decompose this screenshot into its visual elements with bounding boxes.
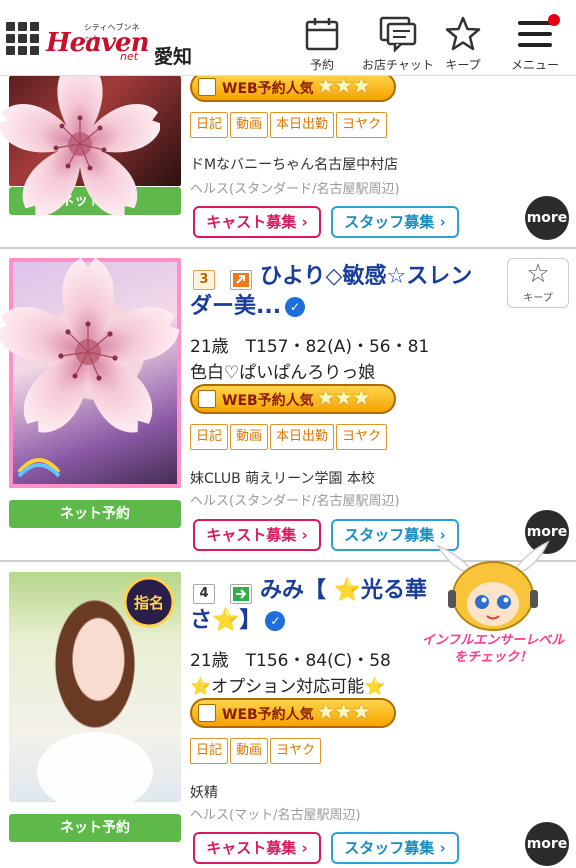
girl-stats: 21歳 T156・84(C)・58	[190, 651, 391, 671]
rating-stars: ★★★	[316, 700, 371, 725]
star-icon	[445, 16, 481, 51]
web-popular-badge: WEB予約人気 ★★★	[190, 72, 396, 102]
thumbnail-badge-text: 指名	[134, 594, 164, 612]
shop-genre: ヘルス(スタンダード/名古屋駅周辺)	[190, 494, 400, 509]
web-popular-badge: WEB予約人気 ★★★	[190, 698, 396, 728]
shop-name[interactable]: 妖精	[190, 782, 218, 802]
influencer-banner-text: インフルエンサーレベルをチェック！	[421, 633, 565, 665]
girl-thumbnail[interactable]: 指名	[9, 572, 181, 802]
shop-genre: ヘルス(マット/名古屋駅周辺)	[190, 808, 361, 823]
chat-icon	[379, 16, 417, 52]
net-reserve-label: ネット予約	[60, 820, 130, 836]
thumbnail-decor: 指名	[37, 576, 175, 802]
web-popular-badge: WEB予約人気 ★★★	[190, 384, 396, 414]
net-reserve-label: ネット予約	[60, 506, 130, 522]
tag-diary[interactable]: 日記	[190, 112, 229, 138]
menu-nav-button[interactable]: メニュー	[506, 14, 564, 76]
shop-genre: ヘルス(スタンダード/名古屋駅周辺)	[190, 182, 400, 197]
more-button[interactable]: more	[525, 196, 569, 240]
tag-diary[interactable]: 日記	[190, 738, 229, 764]
tag-list: 日記 動画 本日出勤 ヨヤク	[190, 424, 389, 450]
keep-label: キープ	[523, 293, 553, 304]
influencer-banner[interactable]: インフルエンサーレベルをチェック！	[418, 538, 568, 670]
verified-icon: ✓	[265, 611, 286, 631]
girl-name-text[interactable]: みみ【 ⭐光る華さ⭐】	[190, 578, 427, 633]
keep-button[interactable]: ☆ キープ	[507, 258, 569, 308]
logo-net: net	[120, 50, 139, 63]
sakura-flower-icon	[0, 258, 180, 433]
staff-recruit-button[interactable]: スタッフ募集 ›	[331, 206, 459, 238]
verified-icon: ✓	[285, 297, 306, 317]
calendar-icon	[198, 704, 216, 722]
staff-recruit-button[interactable]: スタッフ募集 ›	[331, 832, 459, 864]
app-header: シティヘブンネット Heaven net 愛知 予約 お店チャット キープ メニ…	[0, 0, 576, 76]
tag-video[interactable]: 動画	[230, 112, 269, 138]
calendar-icon	[198, 390, 216, 408]
shop-chat-nav-label: お店チャット	[362, 58, 434, 72]
girl-catchphrase: ⭐オプション対応可能⭐	[190, 677, 386, 697]
cast-recruit-button[interactable]: キャスト募集 ›	[193, 206, 321, 238]
calendar-icon	[198, 78, 216, 96]
tag-diary[interactable]: 日記	[190, 424, 229, 450]
menu-nav-label: メニュー	[510, 58, 559, 72]
shop-name[interactable]: ドMなバニーちゃん名古屋中村店	[190, 154, 398, 174]
girl-name[interactable]: みみ【 ⭐光る華さ⭐】 ✓	[190, 576, 440, 636]
star-outline-icon: ☆	[526, 259, 550, 289]
shop-name[interactable]: 妹CLUB 萌えリーン学園 本校	[190, 468, 375, 488]
notification-dot	[548, 14, 560, 26]
rating-stars: ★★★	[316, 74, 371, 99]
grid-menu-icon[interactable]	[6, 22, 40, 56]
net-reserve-button[interactable]: ネット予約	[9, 814, 181, 842]
girl-name-text[interactable]: ひより◇敏感☆スレンダー美...	[190, 264, 472, 319]
tag-video[interactable]: 動画	[230, 424, 269, 450]
cast-recruit-button[interactable]: キャスト募集 ›	[193, 519, 321, 551]
tag-today[interactable]: 本日出勤	[270, 112, 335, 138]
tag-list: 日記 動画 ヨヤク	[190, 738, 323, 764]
more-button[interactable]: more	[525, 822, 569, 866]
web-badge-label: WEB予約人気	[222, 393, 314, 409]
reserve-nav-label: 予約	[309, 58, 334, 72]
web-badge-label: WEB予約人気	[222, 81, 314, 97]
calendar-icon	[305, 18, 339, 51]
tag-reserve[interactable]: ヨヤク	[336, 112, 388, 138]
divider	[0, 247, 576, 249]
heaven-logo[interactable]: シティヘブンネット Heaven net	[46, 22, 150, 63]
rating-stars: ★★★	[316, 386, 371, 411]
sakura-flower-icon	[0, 60, 160, 216]
area-selector[interactable]: 愛知	[154, 42, 192, 69]
reserve-nav-button[interactable]: 予約	[303, 16, 341, 76]
tag-reserve[interactable]: ヨヤク	[270, 738, 322, 764]
girl-name[interactable]: ひより◇敏感☆スレンダー美... ✓	[190, 262, 490, 322]
tag-video[interactable]: 動画	[230, 738, 269, 764]
web-badge-label: WEB予約人気	[222, 707, 314, 723]
girl-catchphrase: 色白♡ぱいぱんろりっ娘	[190, 363, 376, 383]
tag-today[interactable]: 本日出勤	[270, 424, 335, 450]
keep-nav-button[interactable]: キープ	[442, 16, 484, 76]
tag-list: 日記 動画 本日出勤 ヨヤク	[190, 112, 389, 138]
cast-recruit-button[interactable]: キャスト募集 ›	[193, 832, 321, 864]
tag-reserve[interactable]: ヨヤク	[336, 424, 388, 450]
net-reserve-button[interactable]: ネット予約	[9, 500, 181, 528]
girl-stats: 21歳 T157・82(A)・56・81	[190, 337, 430, 357]
shop-chat-nav-button[interactable]: お店チャット	[356, 16, 440, 76]
keep-nav-label: キープ	[445, 58, 481, 72]
